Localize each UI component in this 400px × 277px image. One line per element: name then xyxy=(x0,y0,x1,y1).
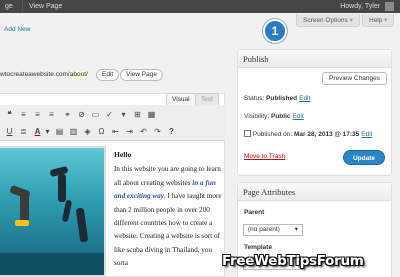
permalink-prefix: wtocreateawebsite.com/ xyxy=(0,71,70,78)
parent-select-value: (no parent) xyxy=(248,226,280,233)
diver-shape xyxy=(58,174,66,202)
paste-text-icon[interactable]: ▤ xyxy=(54,126,65,137)
align-right-icon[interactable]: ≡ xyxy=(46,109,57,120)
scuba-diving-photo[interactable] xyxy=(0,146,106,277)
justify-icon[interactable]: ≣ xyxy=(18,126,29,137)
spellcheck-icon[interactable]: ✓ xyxy=(104,109,115,120)
insert-more-icon[interactable]: ▭ xyxy=(90,109,101,120)
outdent-icon[interactable]: ⇤ xyxy=(110,126,121,137)
link-icon[interactable]: ⚭ xyxy=(62,109,73,120)
page-attributes-title: Page Attributes xyxy=(238,183,391,201)
calendar-icon xyxy=(244,130,251,137)
clear-formatting-icon[interactable]: ◈ xyxy=(82,126,93,137)
parent-select[interactable]: (no parent) ▾ xyxy=(243,224,303,236)
move-to-trash-link[interactable]: Move to Trash xyxy=(244,153,285,160)
status-row: Status: Published Edit xyxy=(244,95,310,102)
admin-bar-account-menu[interactable]: Howdy, Tyler xyxy=(334,0,400,13)
diver-shape xyxy=(75,207,89,243)
align-center-icon[interactable]: ≡ xyxy=(32,109,43,120)
permalink-row: wtocreateawebsite.com/about/ xyxy=(0,68,88,81)
kitchen-sink-icon[interactable]: ▦ xyxy=(146,109,157,120)
chevron-down-icon: ▾ xyxy=(294,226,298,233)
published-edit-link[interactable]: Edit xyxy=(361,131,372,138)
avatar xyxy=(385,1,394,11)
diver-shape xyxy=(20,192,29,222)
align-left-icon[interactable]: ≡ xyxy=(18,109,29,120)
view-page-button[interactable]: View Page xyxy=(120,69,163,81)
quote-icon[interactable]: ❝ xyxy=(4,109,15,120)
published-value: Mar 28, 2013 @ 17:35 xyxy=(294,131,360,138)
admin-bar-item-edit[interactable]: ge xyxy=(0,0,19,13)
indent-icon[interactable]: ⇥ xyxy=(124,126,135,137)
editor-content[interactable]: Hello In this website you are going to l… xyxy=(114,148,222,271)
unlink-icon[interactable]: ⊘ xyxy=(76,109,87,120)
chevron-down-icon: ▾ xyxy=(384,17,388,24)
content-paragraph-rest: . I have taught more than 2 million peop… xyxy=(114,192,222,268)
admin-bar-view-page-link[interactable]: View Page xyxy=(22,0,68,13)
published-date-row: Published on: Mar 28, 2013 @ 17:35 Edit xyxy=(244,130,372,138)
help-icon[interactable]: ? xyxy=(166,126,177,137)
parent-label: Parent xyxy=(244,209,265,216)
visibility-value: Public xyxy=(270,113,291,120)
editor-toolbar: ❝ ≡ ≡ ≡ ⚭ ⊘ ▭ ✓ ▾ ⊞ ▦ U ≣ A ▾ ▤ ▥ ◈ Ω ⇤ … xyxy=(0,105,225,141)
status-edit-link[interactable]: Edit xyxy=(299,95,310,102)
publish-box-title: Publish xyxy=(238,50,391,68)
undo-icon[interactable]: ↶ xyxy=(138,126,149,137)
step-number-badge: 1 xyxy=(263,19,287,43)
howdy-label: Howdy, Tyler xyxy=(340,3,381,10)
underline-icon[interactable]: U xyxy=(4,126,15,137)
preview-changes-button[interactable]: Preview Changes xyxy=(322,72,387,85)
screen-options-label: Screen Options xyxy=(303,17,348,24)
watermark: FreeWebTipsForum xyxy=(222,253,364,269)
redo-icon[interactable]: ↷ xyxy=(152,126,163,137)
help-button[interactable]: Help ▾ xyxy=(362,14,395,27)
fins-shape xyxy=(15,220,29,226)
published-label: Published on: xyxy=(252,131,293,138)
permalink-edit-button[interactable]: Edit xyxy=(96,69,120,81)
admin-bar: ge View Page Howdy, Tyler xyxy=(0,0,400,13)
screen-options-button[interactable]: Screen Options ▾ xyxy=(296,14,360,27)
visibility-row: Visibility: Public Edit xyxy=(244,113,304,120)
template-label: Template xyxy=(244,244,273,251)
sea-floor-shape xyxy=(0,253,104,275)
tab-visual[interactable]: Visual xyxy=(166,93,196,105)
permalink-slug[interactable]: about xyxy=(69,71,87,78)
status-label: Status: xyxy=(244,95,265,102)
content-heading: Hello xyxy=(114,150,132,159)
paste-word-icon[interactable]: ▥ xyxy=(68,126,79,137)
special-char-icon[interactable]: Ω xyxy=(96,126,107,137)
dropdown-arrow-icon[interactable]: ▾ xyxy=(118,109,129,120)
help-label: Help xyxy=(369,17,383,24)
diver-shape xyxy=(61,199,73,223)
publish-box: Publish Preview Changes Status: Publishe… xyxy=(237,49,392,176)
chevron-down-icon: ▾ xyxy=(349,17,353,24)
visibility-label: Visibility: xyxy=(244,113,270,120)
visibility-edit-link[interactable]: Edit xyxy=(293,113,304,120)
chevron-down-icon[interactable]: ▾ xyxy=(42,126,53,137)
status-value: Published xyxy=(266,95,298,102)
update-button[interactable]: Update xyxy=(342,150,385,165)
fullscreen-icon[interactable]: ⊞ xyxy=(132,109,143,120)
trash-row: Move to Trash xyxy=(244,153,285,160)
permalink-suffix: / xyxy=(86,71,88,78)
tab-text[interactable]: Text xyxy=(195,93,219,105)
add-new-link[interactable]: Add New xyxy=(4,26,30,33)
